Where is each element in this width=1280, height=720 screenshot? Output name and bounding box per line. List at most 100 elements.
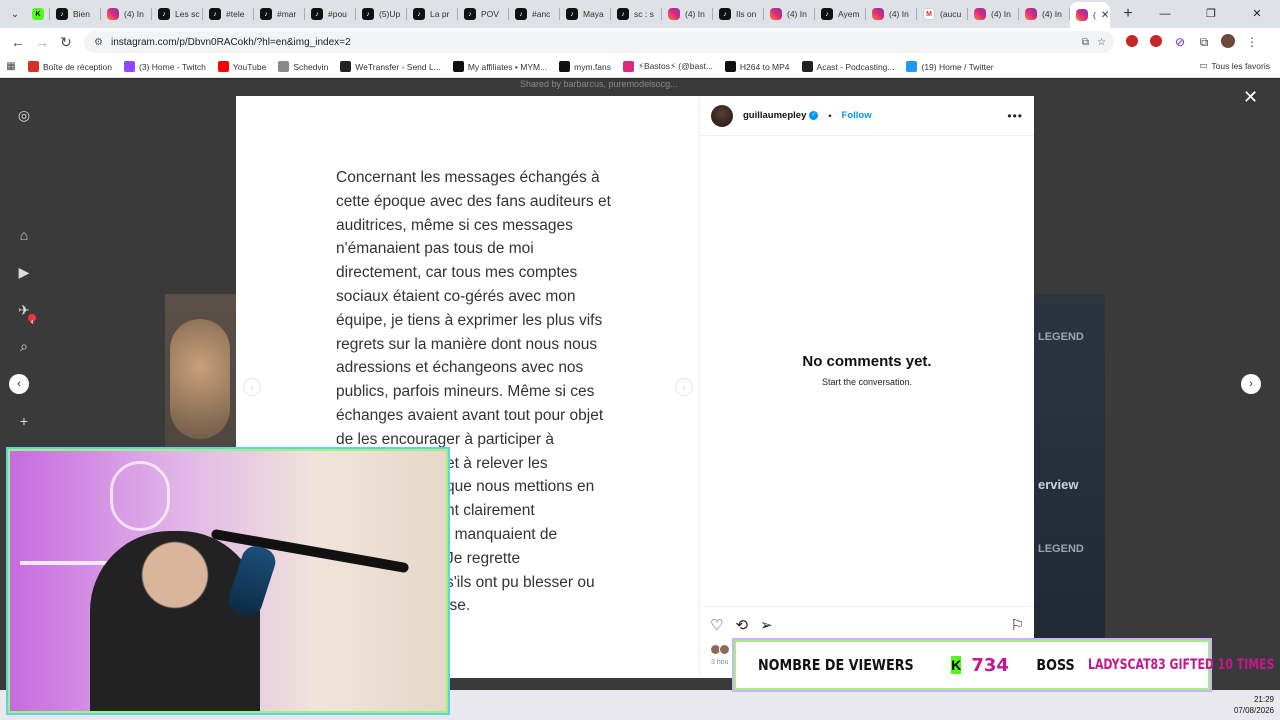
tab[interactable]: ♪ Les sc bbox=[152, 1, 203, 27]
tab[interactable]: (4) In bbox=[764, 1, 815, 27]
tab-label: Maya bbox=[583, 9, 604, 19]
reels-icon[interactable]: ▶ bbox=[15, 263, 33, 281]
tab[interactable]: ♪ #tele bbox=[203, 1, 254, 27]
all-bookmarks[interactable]: ▭ Tous les favoris bbox=[1199, 60, 1270, 71]
tab-active[interactable]: ( ✕ bbox=[1070, 2, 1110, 28]
bookmark-favicon-icon bbox=[623, 61, 634, 72]
bookmark-item[interactable]: ⚡Bastos⚡ (@bast... bbox=[617, 61, 719, 72]
tab-label: (4) In bbox=[124, 9, 144, 19]
bookmark-item[interactable]: Acast - Podcasting... bbox=[796, 61, 901, 72]
tiktok-icon: ♪ bbox=[617, 8, 629, 20]
tab[interactable]: (4) In bbox=[101, 1, 152, 27]
username[interactable]: guillaumepley ✓ bbox=[743, 110, 819, 121]
tab-label: (5)Up bbox=[379, 9, 401, 19]
block-icon[interactable]: ⊘ bbox=[1172, 35, 1188, 49]
close-window-icon[interactable]: ✕ bbox=[1234, 0, 1280, 28]
close-modal-icon[interactable]: ✕ bbox=[1243, 87, 1258, 108]
post-timestamp: 3 hou bbox=[711, 659, 729, 666]
tab-label: #mar bbox=[277, 9, 297, 19]
back-icon[interactable]: ← bbox=[6, 34, 30, 50]
tab-search-icon[interactable]: ⌄ bbox=[4, 3, 26, 25]
folder-icon: ▭ bbox=[1199, 60, 1208, 70]
tab[interactable]: ♪ (5)Up bbox=[356, 1, 407, 27]
avatar bbox=[719, 644, 730, 655]
bookmark-item[interactable]: My affiliates • MYM... bbox=[447, 61, 553, 72]
clock-date: 07/08/2026 bbox=[1233, 706, 1274, 715]
media-next-icon[interactable]: › bbox=[675, 378, 693, 396]
tiktok-icon: ♪ bbox=[260, 8, 272, 20]
tab[interactable]: ♪ Maya bbox=[560, 1, 611, 27]
liked-by-avatars[interactable] bbox=[710, 644, 730, 655]
tab[interactable]: ♪ Ils on bbox=[713, 1, 764, 27]
apps-grid-icon[interactable]: ▦ bbox=[0, 61, 22, 72]
tab[interactable]: M (aucu bbox=[917, 1, 968, 27]
browser-menu-icon[interactable]: ⋮ bbox=[1244, 35, 1260, 49]
bookmark-item[interactable]: Boîte de réception bbox=[22, 61, 118, 72]
address-bar[interactable]: ⚙ instagram.com/p/Dbvn0RACokh/?hl=en&img… bbox=[84, 31, 1114, 53]
bookmark-item[interactable]: (3) Home - Twitch bbox=[118, 61, 212, 72]
close-tab-icon[interactable]: ✕ bbox=[1101, 10, 1109, 21]
media-prev-icon[interactable]: ‹ bbox=[243, 378, 261, 396]
instagram-logo-icon[interactable]: ◎ bbox=[15, 106, 33, 124]
search-icon[interactable]: ⌕ bbox=[15, 337, 33, 355]
tab[interactable]: ♪ #pou bbox=[305, 1, 356, 27]
tab-label: ( bbox=[1093, 10, 1096, 20]
extension-red-icon-2[interactable] bbox=[1148, 34, 1164, 50]
tiktok-icon: ♪ bbox=[413, 8, 425, 20]
extension-red-icon[interactable] bbox=[1124, 34, 1140, 50]
tab[interactable]: ♪ #mar bbox=[254, 1, 305, 27]
home-icon[interactable]: ⌂ bbox=[15, 226, 33, 244]
next-post-button[interactable]: › bbox=[1241, 374, 1261, 394]
restore-icon[interactable]: ❐ bbox=[1188, 0, 1234, 28]
messages-icon[interactable]: ✈ 4 bbox=[15, 301, 36, 326]
bookmark-label: My affiliates • MYM... bbox=[467, 61, 548, 72]
tab[interactable]: (4) In bbox=[662, 1, 713, 27]
bookmark-item[interactable]: (19) Home / Twitter bbox=[900, 61, 999, 72]
bookmark-item[interactable]: Schedvin bbox=[272, 61, 334, 72]
tab[interactable]: (4) In bbox=[866, 1, 917, 27]
reload-icon[interactable]: ↻ bbox=[54, 34, 78, 51]
site-info-icon[interactable]: ⚙ bbox=[94, 37, 103, 48]
bookmark-favicon-icon bbox=[724, 61, 736, 72]
tab[interactable]: K bbox=[26, 1, 50, 27]
new-tab-button[interactable]: + bbox=[1116, 5, 1140, 23]
tab[interactable]: ♪ POV bbox=[458, 1, 509, 27]
minimize-icon[interactable]: — bbox=[1142, 0, 1188, 28]
tab[interactable]: ♪ La pr bbox=[407, 1, 458, 27]
forward-icon[interactable]: → bbox=[30, 34, 54, 50]
tab[interactable]: ♪ Bien bbox=[50, 1, 101, 27]
like-icon[interactable]: ♡ bbox=[710, 616, 723, 634]
previous-post-button[interactable]: ‹ bbox=[9, 374, 29, 394]
tab[interactable]: (4) In bbox=[1019, 1, 1070, 27]
bookmark-star-icon[interactable]: ☆ bbox=[1097, 37, 1106, 48]
share-icon[interactable]: ➢ bbox=[760, 616, 773, 634]
extensions-puzzle-icon[interactable]: ⧉ bbox=[1196, 35, 1212, 50]
more-options-icon[interactable]: ••• bbox=[1007, 109, 1023, 123]
repost-icon[interactable]: ⟲ bbox=[735, 616, 748, 634]
tab-label: (4) In bbox=[1042, 9, 1062, 19]
tab[interactable]: ♪ #anc bbox=[509, 1, 560, 27]
bookmark-item[interactable]: YouTube bbox=[212, 61, 272, 72]
follow-button[interactable]: Follow bbox=[842, 110, 872, 121]
avatar[interactable] bbox=[711, 104, 733, 127]
system-clock[interactable]: 21:29 07/08/2026 bbox=[1234, 694, 1274, 716]
verified-badge-icon: ✓ bbox=[809, 110, 819, 120]
bookmark-item[interactable]: H264 to MP4 bbox=[719, 61, 796, 72]
install-app-icon[interactable]: ⧉ bbox=[1082, 37, 1089, 48]
extensions-area: ⊘ ⧉ ⋮ bbox=[1124, 33, 1260, 51]
viewers-count: 734 bbox=[971, 654, 1009, 676]
bookmark-label: ⚡Bastos⚡ (@bast... bbox=[638, 61, 713, 71]
tab[interactable]: ♪ sc : s bbox=[611, 1, 662, 27]
tab[interactable]: ♪ Ayem bbox=[815, 1, 866, 27]
bookmark-item[interactable]: mym.fans bbox=[553, 61, 617, 72]
stream-viewer-bar: NOMBRE DE VIEWERS K 734 BOSS LADYSCAT83 … bbox=[734, 640, 1274, 690]
bookmark-label: (3) Home - Twitch bbox=[139, 61, 206, 72]
webcam-overlay bbox=[8, 449, 448, 713]
save-icon[interactable]: ⚐ bbox=[1011, 616, 1024, 634]
bookmark-item[interactable]: WeTransfer - Send L... bbox=[334, 61, 447, 72]
profile-avatar[interactable] bbox=[1220, 33, 1236, 51]
tab-label: Ayem bbox=[838, 9, 860, 19]
tab[interactable]: (4) In bbox=[968, 1, 1019, 27]
tabs-list: K ♪ Bien (4) In ♪ Les sc ♪ #tele ♪ #mar ♪ #pou ♪ (5)U… bbox=[26, 1, 1070, 27]
create-icon[interactable]: + bbox=[15, 412, 33, 430]
